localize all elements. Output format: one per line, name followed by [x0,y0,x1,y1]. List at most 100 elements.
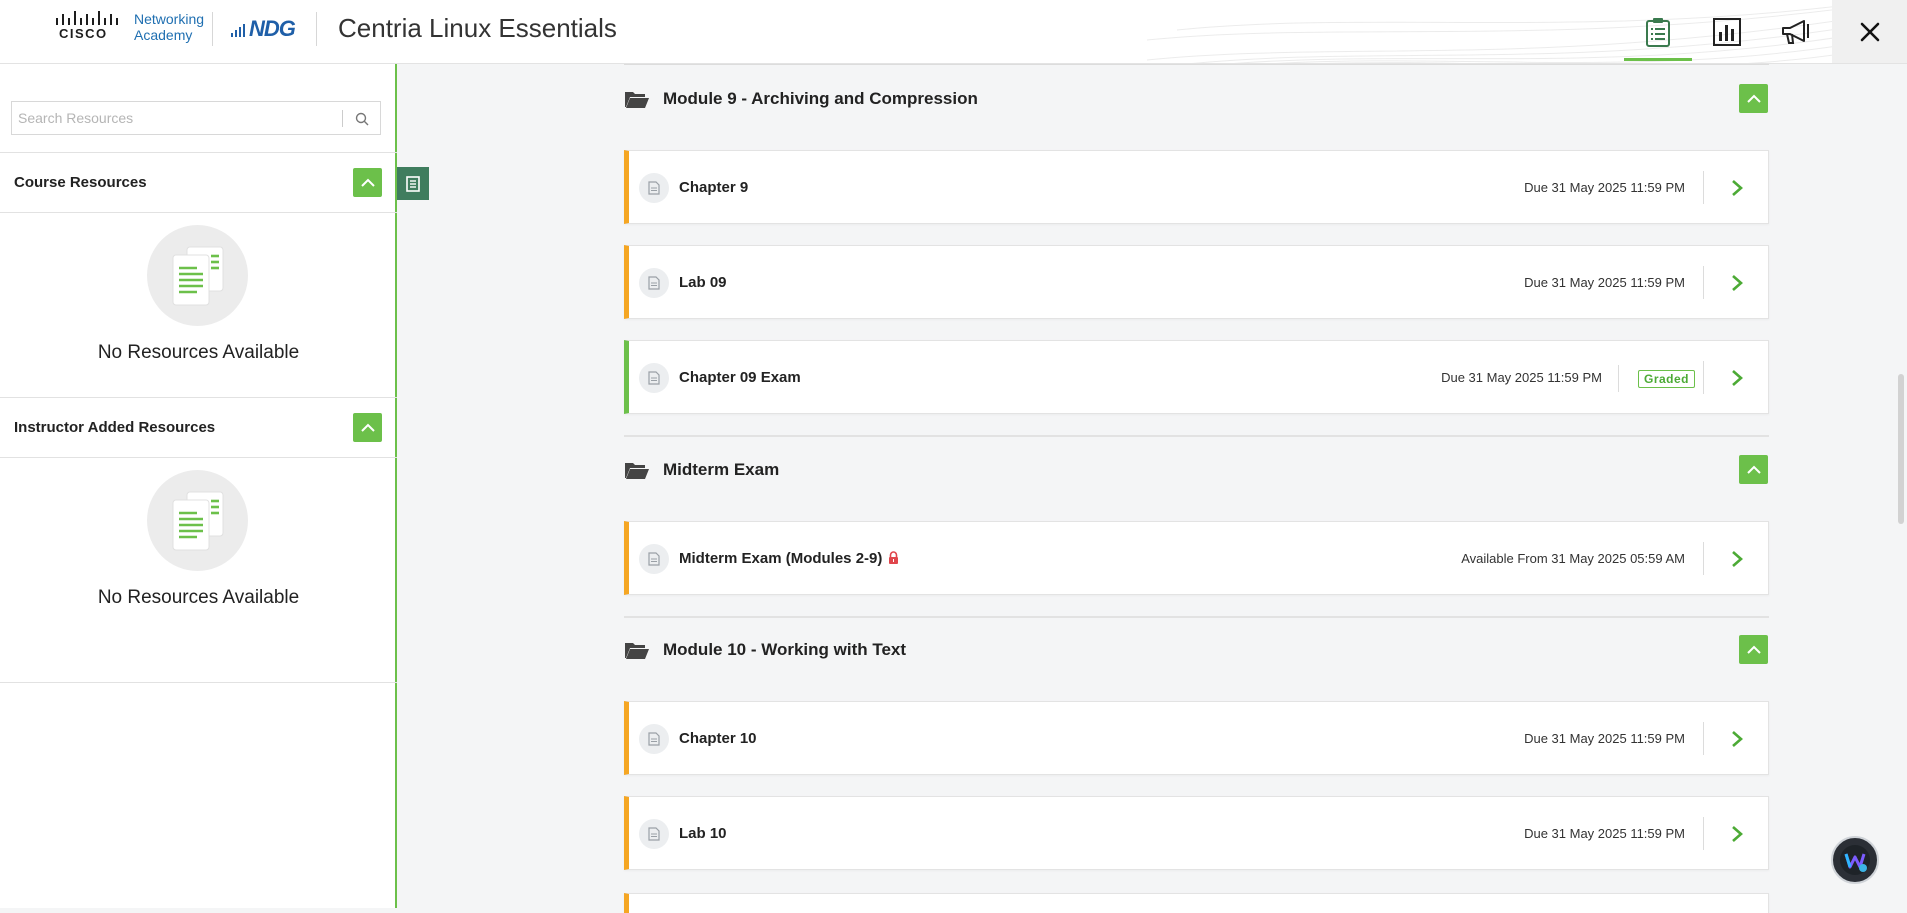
open-assignment-button[interactable] [1726,823,1748,845]
scrollbar[interactable] [1896,64,1907,908]
open-assignment-button[interactable] [1726,272,1748,294]
chevron-right-icon [1732,551,1743,567]
chevron-right-icon [1732,275,1743,291]
assignment-card[interactable]: Lab 09 Due 31 May 2025 11:59 PM [624,245,1769,319]
divider [1703,266,1704,299]
scrollbar-thumb[interactable] [1898,374,1904,524]
document-icon [639,268,669,298]
chat-widget-button[interactable] [1831,836,1879,884]
sidebar-divider [0,682,397,683]
chevron-up-icon [1746,94,1761,103]
megaphone-icon [1782,20,1809,44]
assignment-title: Chapter 9 [679,179,749,196]
assignment-card[interactable]: Lab 10 Due 31 May 2025 11:59 PM [624,796,1769,870]
collapse-module-button[interactable] [1739,84,1768,113]
assignment-title-row: Midterm Exam (Modules 2-9) [679,550,899,567]
chevron-right-icon [1732,826,1743,842]
divider [1703,817,1704,850]
cisco-logo: CISCO [54,11,126,43]
document-icon [639,173,669,203]
ndg-signal-icon [231,24,245,37]
page-title: Centria Linux Essentials [338,13,617,43]
assignment-title: Midterm Exam (Modules 2-9) [679,550,883,567]
cisco-bars-icon [56,11,118,25]
lock-icon [889,551,899,564]
assignments-tab[interactable] [1624,0,1692,63]
collapse-module-button[interactable] [1739,635,1768,664]
ndg-wordmark: NDG [249,16,296,41]
empty-resources-illustration [147,470,248,571]
document-icon [639,819,669,849]
module-title: Module 9 - Archiving and Compression [663,89,978,108]
availability-date: Available From 31 May 2025 05:59 AM [1461,551,1685,566]
assignment-card[interactable]: Chapter 09 Exam Due 31 May 2025 11:59 PM… [624,340,1769,414]
search-divider [342,110,343,127]
course-resources-header: Course Resources [0,152,397,213]
close-icon [1860,22,1879,42]
search-input[interactable] [12,102,342,134]
folder-open-icon [625,463,649,479]
assignment-card[interactable] [624,893,1769,913]
search-button[interactable] [352,109,372,129]
header-divider [212,12,213,46]
open-assignment-button[interactable] [1726,367,1748,389]
document-icon [639,724,669,754]
graded-badge: Graded [1637,370,1695,388]
collapse-course-resources-button[interactable] [353,168,382,197]
chat-widget-icon [1840,845,1870,875]
documents-icon [172,246,224,306]
folder-open-icon [625,92,649,108]
chevron-up-icon [1746,645,1761,654]
course-content: Module 9 - Archiving and Compression Cha… [399,64,1889,913]
divider [1703,542,1704,575]
divider [1618,365,1619,392]
module-header: Midterm Exam [624,442,1769,498]
networking-academy-line-2: Academy [134,27,193,43]
bar-chart-icon [1713,18,1741,46]
assignment-card[interactable]: Midterm Exam (Modules 2-9) Available Fro… [624,521,1769,595]
divider [1703,171,1704,204]
empty-state-text: No Resources Available [97,587,300,608]
close-button[interactable] [1832,0,1907,63]
empty-resources-illustration [147,225,248,326]
open-assignment-button[interactable] [1726,548,1748,570]
collapse-instructor-resources-button[interactable] [353,413,382,442]
section-title: Instructor Added Resources [14,419,216,436]
document-icon [639,363,669,393]
open-assignment-button[interactable] [1726,728,1748,750]
module-header: Module 10 - Working with Text [624,622,1769,678]
module-title: Midterm Exam [663,460,780,479]
assignment-card[interactable]: Chapter 9 Due 31 May 2025 11:59 PM [624,150,1769,224]
announcements-tab[interactable] [1762,0,1830,63]
documents-icon [172,491,224,551]
module-title: Module 10 - Working with Text [663,640,907,659]
module-divider [624,616,1769,618]
cisco-wordmark: CISCO [59,26,108,41]
module-divider [624,435,1769,437]
chevron-right-icon [1732,731,1743,747]
resources-sidebar: Course Resources No Resources Available … [0,64,397,908]
divider [1703,361,1704,394]
content-divider [624,64,1769,65]
divider [1703,722,1704,755]
empty-state-text: No Resources Available [97,342,300,363]
header-divider [316,12,317,46]
collapse-module-button[interactable] [1739,455,1768,484]
chevron-up-icon [1746,465,1761,474]
assignment-title: Chapter 09 Exam [679,369,801,386]
section-title: Course Resources [14,174,147,191]
networking-academy-line-1: Networking [134,11,205,27]
assignment-title: Lab 10 [679,825,727,842]
module-header: Module 9 - Archiving and Compression [624,71,1769,127]
gradebook-tab[interactable] [1693,0,1761,63]
resource-search [11,101,381,135]
due-date: Due 31 May 2025 11:59 PM [1524,731,1685,746]
due-date: Due 31 May 2025 11:59 PM [1441,370,1602,385]
clipboard-list-icon [1646,18,1670,47]
due-date: Due 31 May 2025 11:59 PM [1524,275,1685,290]
open-assignment-button[interactable] [1726,177,1748,199]
chevron-up-icon [360,178,375,187]
assignment-card[interactable]: Chapter 10 Due 31 May 2025 11:59 PM [624,701,1769,775]
chevron-right-icon [1732,370,1743,386]
assignment-title: Chapter 10 [679,730,757,747]
